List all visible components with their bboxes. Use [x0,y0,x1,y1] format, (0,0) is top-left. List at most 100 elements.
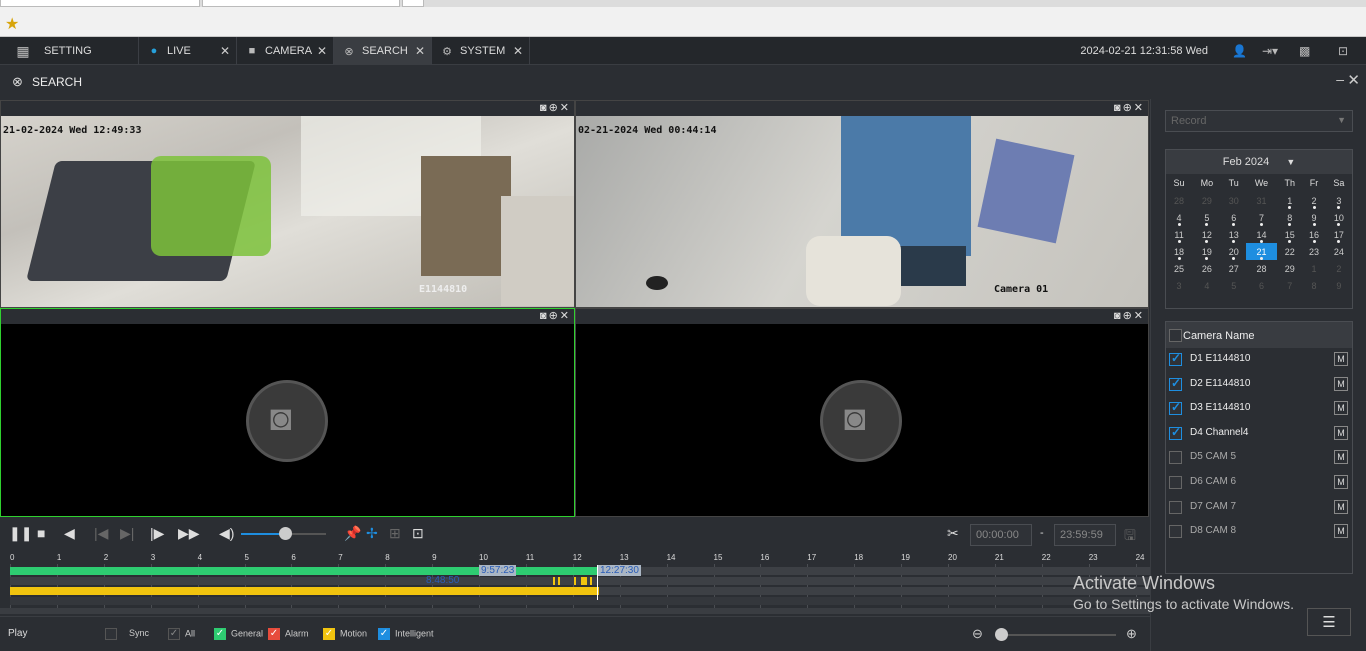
calendar-day[interactable]: 27 [1222,260,1246,277]
calendar-day[interactable]: 25 [1166,260,1192,277]
timeline-track-4[interactable] [10,597,1150,605]
timeline-track-2[interactable] [10,577,1150,585]
close-search-tab-icon[interactable]: ✕ [415,44,425,58]
camera-list-item[interactable]: D8 CAM 8 M [1166,520,1352,544]
camera-m-button[interactable]: M [1334,450,1348,465]
camera-checkbox[interactable] [1169,500,1182,514]
stop-icon[interactable]: ■ [37,525,45,541]
play-backward-icon[interactable]: ◀ [64,525,75,542]
camera-list-item[interactable]: D2 E1144810 M [1166,373,1352,397]
camera-list-item[interactable]: D6 CAM 6 M [1166,471,1352,495]
select-all-cameras-checkbox[interactable] [1169,329,1182,342]
tab-live[interactable]: ● LIVE ✕ [139,37,237,65]
camera-m-button[interactable]: M [1334,524,1348,539]
calendar-day[interactable]: 1 [1277,192,1302,209]
camera-checkbox[interactable] [1169,476,1182,489]
timeline[interactable]: 0 1 2 3 4 5 6 7 8 9 10 11 12 13 14 15 16 17 18 19 20 21 22 23 24… [0,550,1150,616]
save-clip-icon[interactable]: 🖫 [1124,525,1136,549]
zoom-in-icon[interactable]: ⊕ [1126,626,1137,642]
close-live-tab-icon[interactable]: ✕ [220,44,230,58]
zoom-icon[interactable]: ⊕ [549,310,560,322]
motion-checkbox[interactable]: ✓ Motion [323,628,367,640]
browser-tab[interactable] [0,0,200,7]
video-pane-4[interactable]: ◙⊕✕ ◙ [575,308,1149,517]
slow-play-icon[interactable]: |▶ [150,525,164,542]
record-type-select[interactable]: Record ▼ [1165,110,1353,132]
volume-icon[interactable]: ◀) [219,525,234,542]
camera-checkbox[interactable] [1169,376,1182,391]
zoom-icon[interactable]: ⊕ [1123,310,1134,322]
calendar-day[interactable]: 11 [1166,226,1192,243]
calendar-day[interactable]: 7 [1277,277,1302,294]
snapshot-icon[interactable]: ◙ [540,102,549,114]
tab-search[interactable]: ⊗ SEARCH ✕ [334,37,432,65]
calendar-day[interactable]: 6 [1246,277,1278,294]
pane-4-tools[interactable]: ◙⊕✕ [1114,309,1145,322]
calendar-day[interactable]: 12 [1192,226,1222,243]
close-pane-icon[interactable]: ✕ [560,102,571,114]
calendar-day[interactable]: 14 [1246,226,1278,243]
month-dropdown-icon[interactable]: ▼ [1286,157,1295,167]
pause-icon[interactable]: ❚❚ [9,525,32,542]
camera-checkbox[interactable] [1169,400,1182,416]
timeline-track-3[interactable] [10,587,1150,595]
calendar-day[interactable]: 24 [1326,243,1352,260]
zoom-out-icon[interactable]: ⊖ [972,626,983,642]
calendar-day[interactable]: 16 [1302,226,1326,243]
camera-m-button[interactable]: M [1334,425,1348,440]
camera-m-button[interactable]: M [1334,475,1348,489]
close-pane-icon[interactable]: ✕ [1134,102,1145,114]
calendar-day[interactable]: 3 [1326,192,1352,209]
calendar-day[interactable]: 7 [1246,209,1278,226]
fullscreen-icon[interactable]: ⊡ [1338,44,1348,58]
all-checkbox[interactable]: ✓ All [168,628,195,640]
pane-2-tools[interactable]: ◙⊕✕ [1114,101,1145,114]
fullscreen-pane-icon[interactable]: ⊡ [412,525,424,542]
calendar-day[interactable]: 6 [1222,209,1246,226]
pin-icon[interactable]: 📌 [344,525,361,542]
camera-checkbox[interactable] [1169,351,1182,366]
close-camera-tab-icon[interactable]: ✕ [317,44,327,58]
smart-search-icon[interactable]: ✢ [366,525,378,542]
camera-list-item[interactable]: D1 E1144810 M [1166,348,1352,372]
camera-list-item[interactable]: D7 CAM 7 M [1166,496,1352,520]
calendar-day[interactable]: 9 [1326,277,1352,294]
timeline-zoom-slider[interactable] [995,628,1116,641]
snapshot-icon[interactable]: ◙ [540,310,549,322]
calendar-day[interactable]: 1 [1302,260,1326,277]
pane-3-tools[interactable]: ◙⊕✕ [540,309,571,322]
clip-start-input[interactable]: 00:00:00 [970,524,1032,546]
timeline-cursor[interactable] [597,565,598,600]
calendar-day[interactable]: 15 [1277,226,1302,243]
tab-setting[interactable]: ▦ SETTING [0,37,139,65]
fast-play-icon[interactable]: ▶▶ [178,525,200,542]
calendar-day[interactable]: 2 [1326,260,1352,277]
calendar-day[interactable]: 20 [1222,243,1246,260]
calendar-day[interactable]: 5 [1222,277,1246,294]
next-frame-icon[interactable]: ▶| [120,525,134,542]
close-system-tab-icon[interactable]: ✕ [513,44,523,58]
calendar-day[interactable]: 17 [1326,226,1352,243]
snapshot-icon[interactable]: ◙ [1114,310,1123,322]
calendar-day[interactable]: 21 [1245,243,1278,260]
camera-list-item[interactable]: D5 CAM 5 M [1166,446,1352,470]
qr-code-icon[interactable]: ▩ [1299,44,1310,58]
general-checkbox[interactable]: ✓ General [214,628,263,640]
camera-list-item[interactable]: D3 E1144810 M [1166,397,1352,421]
video-pane-1[interactable]: ◙⊕✕ 21-02-2024 Wed 12:49:33 E1144810 [0,100,575,308]
calendar-day[interactable]: 22 [1277,243,1302,260]
close-pane-icon[interactable]: ✕ [560,310,571,322]
clip-scissors-icon[interactable]: ✂ [947,525,959,542]
camera-m-button[interactable]: M [1334,352,1348,366]
pane-1-tools[interactable]: ◙⊕✕ [540,101,571,114]
calendar-day[interactable]: 4 [1166,209,1192,226]
calendar-day[interactable]: 10 [1326,209,1352,226]
tab-system[interactable]: ⚙ SYSTEM ✕ [432,37,530,65]
video-pane-2[interactable]: ◙⊕✕ 02-21-2024 Wed 00:44:14 Camera 01 [575,100,1149,308]
timeline-track-1[interactable] [10,567,1150,575]
calendar-day[interactable]: 29 [1277,260,1302,277]
calendar-day[interactable]: 13 [1222,226,1246,243]
calendar-day[interactable]: 29 [1192,192,1222,209]
video-pane-3[interactable]: ◙⊕✕ ◙ [0,308,575,517]
calendar-day[interactable]: 2 [1302,192,1326,209]
